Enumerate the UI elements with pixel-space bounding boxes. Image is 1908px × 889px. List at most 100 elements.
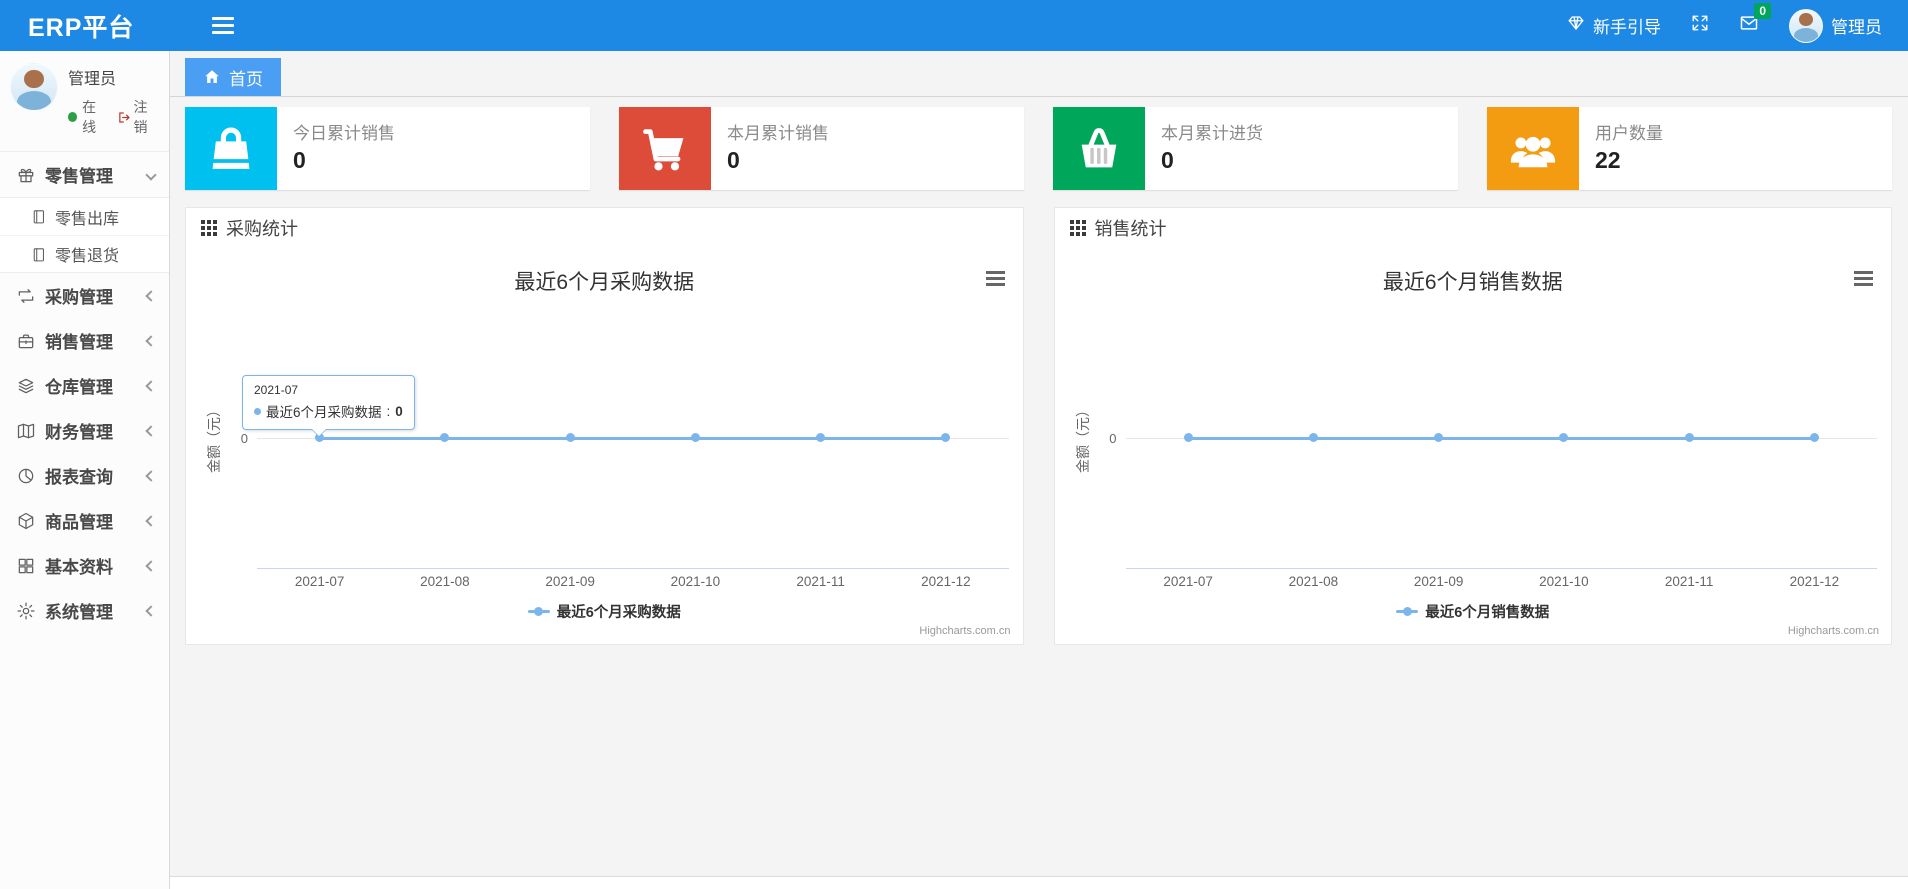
guide-label: 新手引导 — [1593, 18, 1661, 37]
sidebar-item-finance[interactable]: 财务管理 — [0, 408, 169, 453]
stat-card-month-purchase[interactable]: 本月累计进货 0 — [1053, 107, 1458, 190]
sidebar-item-goods[interactable]: 商品管理 — [0, 498, 169, 543]
series-line — [1188, 437, 1815, 440]
cube-icon — [16, 511, 36, 531]
stat-value: 0 — [1161, 147, 1174, 173]
stat-value: 0 — [727, 147, 740, 173]
x-axis-label: 2021-09 — [1413, 574, 1464, 589]
stat-label: 本月累计销售 — [727, 124, 829, 143]
tooltip-category: 2021-07 — [254, 383, 299, 397]
purchase-chart: 最近6个月采购数据 金额（元） 0 2021-07 2021-08 2021-0… — [186, 248, 1023, 644]
logout-button[interactable]: 注销 — [117, 97, 159, 137]
fullscreen-icon — [1691, 14, 1709, 37]
sidebar-toggle-icon[interactable] — [212, 13, 235, 38]
shopping-basket-icon — [1053, 107, 1145, 190]
stat-card-user-count[interactable]: 用户数量 22 — [1487, 107, 1892, 190]
gear-icon — [16, 601, 36, 621]
main-area: 首页 今日累计销售 0 本月累计销售 0 本月累计进货 0 用户数量 22 采购… — [170, 51, 1908, 889]
y-axis-tick: 0 — [1109, 431, 1117, 446]
x-axis-label: 2021-09 — [545, 574, 595, 589]
top-navbar: ERP平台 新手引导 0 管理员 — [0, 0, 1908, 51]
fullscreen-button[interactable] — [1691, 14, 1709, 37]
data-point[interactable] — [1183, 433, 1193, 442]
x-axis-label: 2021-07 — [294, 574, 345, 589]
footer-strip — [170, 876, 1908, 889]
x-axis-label: 2021-11 — [796, 574, 845, 589]
messages-button[interactable]: 0 — [1739, 3, 1771, 38]
data-point[interactable] — [941, 433, 951, 442]
th-grid-icon — [201, 220, 217, 236]
data-point[interactable] — [690, 433, 700, 442]
message-count-badge: 0 — [1754, 3, 1771, 19]
tooltip-value: 0 — [395, 403, 403, 419]
data-point[interactable] — [1308, 433, 1318, 442]
legend-item[interactable]: 最近6个月采购数据 — [527, 601, 681, 622]
x-axis-label: 2021-07 — [1163, 574, 1213, 589]
shopping-bag-icon — [185, 107, 277, 190]
online-status-label: 在线 — [82, 99, 97, 135]
stat-card-today-sales[interactable]: 今日累计销售 0 — [185, 107, 590, 190]
panel-title: 采购统计 — [226, 219, 298, 239]
legend-marker-icon — [1396, 607, 1419, 616]
chevron-left-icon — [145, 334, 157, 347]
tooltip-series: 最近6个月采购数据 — [266, 405, 382, 420]
data-point[interactable] — [816, 433, 826, 442]
app-logo: ERP平台 — [28, 13, 135, 42]
home-icon — [205, 70, 219, 83]
panel-title: 销售统计 — [1094, 219, 1167, 239]
tab-bar: 首页 — [170, 51, 1908, 97]
gift-icon — [16, 165, 36, 185]
sidebar-item-basic-data[interactable]: 基本资料 — [0, 543, 169, 588]
sales-stats-panel: 销售统计 最近6个月销售数据 金额（元） 0 2021-07 2021-08 2… — [1053, 207, 1892, 645]
stat-label: 今日累计销售 — [293, 124, 395, 143]
highcharts-credits-link[interactable]: Highcharts.com.cn — [919, 625, 1010, 637]
pie-chart-icon — [16, 466, 36, 486]
sidebar-item-sales[interactable]: 销售管理 — [0, 318, 169, 363]
legend-item[interactable]: 最近6个月销售数据 — [1396, 601, 1549, 622]
sidebar-item-retail-out[interactable]: 零售出库 — [0, 198, 169, 235]
retail-submenu: 零售出库 零售退货 — [0, 197, 169, 273]
sidebar-item-retail-return[interactable]: 零售退货 — [0, 235, 169, 272]
stat-value: 0 — [293, 147, 306, 173]
sidebar-item-reports[interactable]: 报表查询 — [0, 453, 169, 498]
avatar — [1789, 8, 1823, 43]
chevron-down-icon — [145, 168, 157, 181]
chevron-left-icon — [145, 379, 157, 392]
data-point[interactable] — [1434, 433, 1444, 442]
stat-card-month-sales[interactable]: 本月累计销售 0 — [619, 107, 1024, 190]
chevron-left-icon — [145, 289, 157, 302]
chevron-left-icon — [145, 559, 157, 572]
data-point[interactable] — [440, 433, 450, 442]
x-axis-label: 2021-10 — [670, 574, 721, 589]
data-point[interactable] — [565, 433, 575, 442]
series-marker-icon — [254, 407, 261, 415]
exchange-icon — [16, 286, 36, 306]
user-menu[interactable]: 管理员 — [1789, 8, 1882, 43]
highcharts-credits-link[interactable]: Highcharts.com.cn — [1788, 625, 1879, 637]
sidebar-user-name: 管理员 — [68, 71, 117, 88]
users-icon — [1487, 107, 1579, 190]
chevron-left-icon — [145, 424, 157, 437]
guide-button[interactable]: 新手引导 — [1567, 13, 1661, 38]
data-point[interactable] — [1559, 433, 1569, 442]
sales-chart: 最近6个月销售数据 金额（元） 0 2021-07 2021-08 2021-0… — [1055, 248, 1892, 644]
x-axis-label: 2021-12 — [1789, 574, 1840, 589]
tab-home[interactable]: 首页 — [185, 58, 281, 96]
chevron-left-icon — [145, 469, 157, 482]
data-point[interactable] — [1684, 433, 1694, 442]
purchase-stats-panel: 采购统计 最近6个月采购数据 金额（元） 0 2021-07 2021-08 2… — [185, 207, 1024, 645]
data-point[interactable] — [1809, 433, 1819, 442]
chart-tooltip: 2021-07 最近6个月采购数据: 0 — [242, 375, 415, 437]
y-axis-title: 金额（元） — [206, 403, 222, 473]
sidebar-item-warehouse[interactable]: 仓库管理 — [0, 363, 169, 408]
sidebar-item-retail[interactable]: 零售管理 — [0, 152, 169, 197]
stat-label: 用户数量 — [1595, 124, 1663, 143]
navbar-user-name: 管理员 — [1831, 18, 1882, 37]
notebook-icon — [30, 208, 47, 225]
y-axis-title: 金额（元） — [1074, 403, 1091, 473]
sidebar: 管理员 在线 注销 零售管理 零售出库 零售退货 采购管理 销售管理 仓库管理 … — [0, 51, 170, 889]
series-line — [319, 437, 946, 440]
sidebar-item-system[interactable]: 系统管理 — [0, 588, 169, 633]
briefcase-icon — [16, 331, 36, 351]
sidebar-item-purchase[interactable]: 采购管理 — [0, 273, 169, 318]
